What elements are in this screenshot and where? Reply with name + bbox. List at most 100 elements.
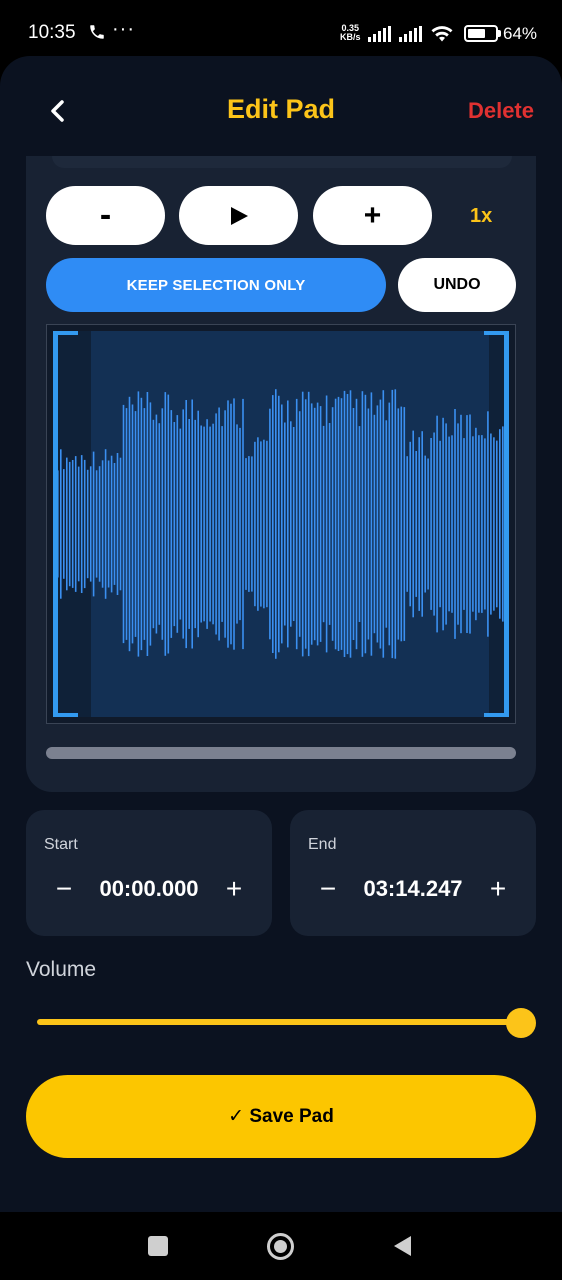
end-stepper: − 03:14.247 + [290, 870, 536, 910]
undo-button[interactable]: UNDO [398, 258, 516, 312]
waveform-bar [140, 397, 143, 651]
waveform-bar [328, 423, 331, 625]
waveform-bar [358, 426, 361, 622]
start-time-panel: Start − 00:00.000 + [26, 810, 272, 936]
waveform-bar [448, 436, 450, 612]
waveform-bar [343, 390, 346, 657]
waveform-bar [340, 398, 343, 650]
zoom-out-button[interactable]: - [46, 186, 165, 245]
waveform-bar [251, 456, 253, 592]
waveform-bar [307, 391, 310, 657]
play-button[interactable] [179, 186, 298, 245]
waveform-bar [415, 451, 417, 597]
waveform-bar [209, 426, 211, 622]
waveform-bar [143, 408, 146, 640]
waveform-bar [77, 466, 80, 582]
zoom-in-button[interactable]: + [313, 186, 432, 245]
waveform-bar [406, 456, 408, 592]
start-stepper: − 00:00.000 + [26, 870, 272, 910]
waveform-bar [457, 423, 459, 625]
waveform-view[interactable] [46, 324, 516, 724]
waveform-bar [433, 432, 435, 616]
recents-icon[interactable] [148, 1236, 168, 1256]
waveform-bar [284, 422, 286, 626]
waveform-bar [161, 408, 164, 640]
home-icon[interactable] [267, 1233, 294, 1260]
waveform-bar [337, 396, 340, 651]
waveform-bar [134, 411, 137, 637]
waveform-bar [430, 438, 432, 610]
waveform-bar [436, 415, 438, 633]
status-time: 10:35 [28, 22, 76, 43]
waveform-bar [248, 456, 250, 592]
waveform-bar [113, 463, 116, 585]
delete-button[interactable]: Delete [468, 98, 534, 124]
waveform-bar [355, 398, 358, 650]
waveform-bar [92, 451, 95, 597]
volume-label: Volume [26, 958, 97, 981]
more-notifications-icon: ··· [112, 18, 135, 40]
waveform-bar [379, 399, 382, 649]
battery-percent: 64% [503, 24, 538, 43]
waveform-bar [439, 440, 441, 608]
selection-start-handle[interactable] [53, 331, 78, 717]
waveform-bar [164, 392, 167, 656]
waveform-bar [236, 424, 238, 624]
waveform [55, 331, 507, 717]
waveform-scrollbar[interactable] [46, 747, 516, 759]
waveform-editor-card: - + 1x KEEP SELECTION ONLY UNDO [26, 156, 536, 792]
waveform-bar [469, 414, 471, 634]
signal-icon-2 [399, 26, 422, 42]
waveform-bar [275, 389, 277, 659]
waveform-bar [418, 437, 420, 611]
waveform-bar [155, 414, 158, 634]
save-pad-button[interactable]: ✓ Save Pad [26, 1075, 536, 1158]
waveform-bar [206, 419, 208, 629]
waveform-bar [298, 411, 301, 637]
waveform-bar [116, 453, 119, 595]
selection-end-handle[interactable] [484, 331, 509, 717]
waveform-bar [287, 400, 289, 648]
end-increment-button[interactable]: + [484, 870, 512, 910]
wifi-icon [431, 26, 453, 42]
waveform-bar [131, 404, 134, 644]
back-triangle-icon[interactable] [392, 1235, 412, 1257]
waveform-bar [227, 400, 229, 648]
waveform-bar [218, 407, 220, 641]
waveform-bar [188, 419, 190, 629]
start-increment-button[interactable]: + [220, 870, 248, 910]
waveform-bar [367, 408, 370, 640]
waveform-bar [128, 396, 131, 652]
waveform-bar [83, 459, 86, 589]
waveform-bar [373, 414, 376, 634]
waveform-bar [442, 417, 444, 631]
waveform-bar [361, 391, 364, 657]
waveform-bar [391, 389, 394, 659]
edit-pad-sheet: Edit Pad Delete - + 1x KEEP SELECTION ON… [0, 56, 562, 1212]
waveform-bar [466, 415, 468, 633]
waveform-bar [158, 423, 161, 625]
waveform-bar [388, 402, 391, 646]
network-speed: 0.35 KB/s [340, 23, 361, 42]
waveform-bar [352, 408, 355, 640]
waveform-bar [125, 408, 128, 640]
waveform-bar [427, 458, 429, 590]
waveform-bar [478, 435, 480, 613]
waveform-bar [319, 406, 322, 642]
waveform-bar [382, 390, 385, 658]
end-label: End [308, 836, 337, 853]
waveform-bar [263, 439, 265, 609]
waveform-bar [364, 394, 367, 654]
waveform-bar [349, 390, 352, 658]
waveform-bar [122, 404, 125, 644]
waveform-bar [409, 441, 411, 607]
waveform-bar [281, 404, 283, 644]
waveform-bar [385, 420, 388, 628]
waveform-bar [221, 426, 223, 622]
waveform-bar [149, 402, 152, 646]
volume-slider-thumb[interactable] [506, 1008, 536, 1038]
keep-selection-button[interactable]: KEEP SELECTION ONLY [46, 258, 386, 312]
waveform-bar [484, 438, 486, 610]
signal-icon [368, 26, 391, 42]
volume-slider-track[interactable] [37, 1019, 521, 1025]
